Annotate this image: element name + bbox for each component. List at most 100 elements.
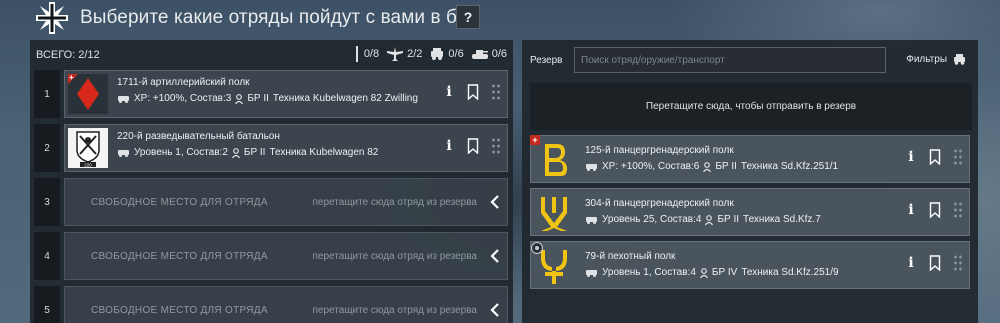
vehicle-filter-icon [954,54,965,65]
search-input[interactable] [574,47,886,73]
drag-handle-icon[interactable] [953,201,963,219]
empty-slot[interactable]: СВОБОДНОЕ МЕСТО ДЛЯ ОТРЯДА перетащите сю… [64,232,508,280]
iron-cross-icon [36,2,68,34]
squad-name: 304-й панцергренадерский полк [585,198,734,209]
squad-actions: i [443,137,501,155]
bookmark-icon[interactable] [467,84,479,100]
squad-br: БР II [243,147,266,158]
soldier-icon [235,93,244,104]
chevron-left-icon[interactable] [489,194,501,210]
squad-info: XP: +100%, Состав:3 БР II Техника Kubelw… [117,93,418,104]
squad-tech: Техника Sd.Kfz.7 [743,214,821,225]
bookmark-icon[interactable] [929,149,941,165]
dropzone-text: Перетащите сюда, чтобы отправить в резер… [645,101,857,112]
tank-icon [471,50,488,59]
squad-info: Уровень 1, Состав:4 БР IV Техника Sd.Kfz… [585,267,839,278]
bookmark-icon[interactable] [467,138,479,154]
info-icon[interactable]: i [905,149,917,165]
squad-card[interactable]: + 1711-й артиллерийский полк XP: +100%, … [64,70,508,118]
count-aircraft-value: 2/2 [407,48,423,60]
info-icon[interactable]: i [905,255,917,271]
slot-number: 4 [34,232,60,280]
squad-stats: Уровень 1, Состав:4 [602,267,696,278]
plus-icon: + [69,73,74,82]
slot-number: 2 [34,124,60,172]
squad-emblem: + [68,73,108,114]
bookmark-icon[interactable] [929,255,941,271]
drag-handle-icon[interactable] [953,254,963,272]
chevron-left-icon[interactable] [489,248,501,264]
info-icon[interactable]: i [443,84,455,100]
special-badge-icon [531,242,543,254]
soldier-icon [699,267,708,278]
squad-emblem: 220 [68,128,108,168]
squad-stats: Уровень 1, Состав:2 [134,147,228,158]
chevron-left-icon[interactable] [489,302,501,318]
squad-tech: Техника Kubelwagen 82 Zwilling [272,93,418,104]
squad-slot-3[interactable]: 3 СВОБОДНОЕ МЕСТО ДЛЯ ОТРЯДА перетащите … [34,178,508,226]
count-tank: 0/6 [471,48,507,60]
vehicle-icon [118,150,129,157]
reserve-squad-card[interactable]: 79-й пехотный полк Уровень 1, Состав:4 Б… [530,241,970,289]
help-button[interactable]: ? [456,5,480,29]
squad-actions: i [905,201,963,219]
squad-slot-2[interactable]: 2 220 220-й разведывательный батальон Ур… [34,124,508,172]
squad-tech: Техника Kubelwagen 82 [269,147,379,158]
soldier-icon [705,214,714,225]
squad-actions: i [905,148,963,166]
squad-stats: Уровень 25, Состав:4 [602,214,702,225]
yellow-b-emblem-icon [545,144,567,176]
total-count: ВСЕГО: 2/12 [36,49,100,61]
slot-number: 1 [34,70,60,118]
squad-slot-5[interactable]: 5 СВОБОДНОЕ МЕСТО ДЛЯ ОТРЯДА перетащите … [34,286,508,323]
vehicle-icon [586,164,597,171]
squad-stats: XP: +100%, Состав:6 [602,161,700,172]
page-title: Выберите какие отряды пойдут с вами в бо… [80,7,479,28]
squad-br: БР II [715,161,737,172]
empty-slot-label: СВОБОДНОЕ МЕСТО ДЛЯ ОТРЯДА [91,197,268,208]
yellow-rune-emblem-icon [541,197,567,231]
filters-button[interactable]: Фильтры [906,54,966,65]
squad-br: БР II [247,93,269,104]
squad-info: XP: +100%, Состав:6 БР II Техника Sd.Kfz… [585,161,838,172]
info-icon[interactable]: i [905,202,917,218]
drag-handle-icon[interactable] [491,137,501,155]
squad-tech: Техника Sd.Kfz.251/9 [741,267,839,278]
empty-slot[interactable]: СВОБОДНОЕ МЕСТО ДЛЯ ОТРЯДА перетащите сю… [64,178,508,226]
info-icon[interactable]: i [443,138,455,154]
squad-name: 79-й пехотный полк [585,251,676,262]
drag-handle-icon[interactable] [953,148,963,166]
squad-tech: Техника Sd.Kfz.251/1 [740,161,839,172]
reserve-squad-card[interactable]: 304-й панцергренадерский полк Уровень 25… [530,188,970,236]
count-vehicle-value: 0/6 [448,48,464,60]
count-vehicle: 0/6 [430,48,464,60]
reserve-squad-card[interactable]: + 125-й панцергренадерский полк XP: +100… [530,135,970,183]
empty-slot[interactable]: СВОБОДНОЕ МЕСТО ДЛЯ ОТРЯДА перетащите сю… [64,286,508,323]
squad-actions: i [905,254,963,272]
infantry-icon [355,46,358,62]
empty-slot-label: СВОБОДНОЕ МЕСТО ДЛЯ ОТРЯДА [91,251,268,262]
bookmark-icon[interactable] [929,202,941,218]
drag-handle-icon[interactable] [491,83,501,101]
count-tank-value: 0/6 [491,48,507,60]
filters-label: Фильтры [906,54,947,65]
squad-slot-1[interactable]: 1 + 1711-й артиллерийский полк XP: +100%… [34,70,508,118]
squad-info: Уровень 1, Состав:2 БР II Техника Kubelw… [117,147,378,158]
aircraft-icon [387,47,404,61]
vehicle-icon [118,96,129,103]
reserve-dropzone[interactable]: Перетащите сюда, чтобы отправить в резер… [530,83,972,130]
reserve-panel: Резерв Фильтры Перетащите сюда, чтобы от… [522,40,978,323]
squad-br: БР II [717,214,740,225]
squad-info: Уровень 25, Состав:4 БР II Техника Sd.Kf… [585,214,821,225]
soldier-icon [703,161,712,172]
squad-slot-4[interactable]: 4 СВОБОДНОЕ МЕСТО ДЛЯ ОТРЯДА перетащите … [34,232,508,280]
premium-plus-badge: + [530,135,540,145]
squad-name: 125-й панцергренадерский полк [585,145,734,156]
squad-card[interactable]: 220 220-й разведывательный батальон Уров… [64,124,508,172]
squad-stats: XP: +100%, Состав:3 [134,93,232,104]
shield-swords-icon: 220 [76,131,100,168]
slot-number: 3 [34,178,60,226]
empty-slot-hint: перетащите сюда отряд из резерва [312,197,477,208]
squad-name: 220-й разведывательный батальон [117,131,280,142]
empty-slot-label: СВОБОДНОЕ МЕСТО ДЛЯ ОТРЯДА [91,305,268,316]
